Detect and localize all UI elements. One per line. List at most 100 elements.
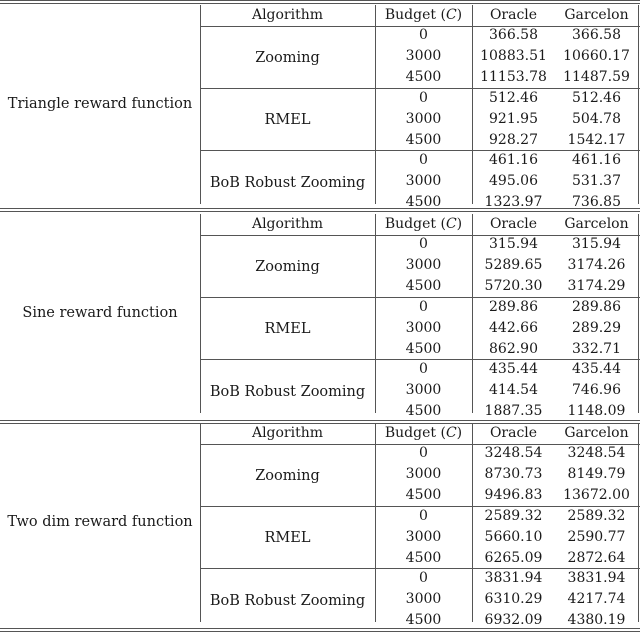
- budget-value: 4500: [405, 549, 442, 566]
- column-header-oracle: Oracle: [489, 7, 538, 23]
- garcelon-value: 3248.54: [567, 445, 626, 461]
- algorithm-name: BoB Robust Zooming: [209, 174, 366, 191]
- garcelon-value: 512.46: [572, 89, 621, 106]
- garcelon-value: 504.78: [572, 110, 621, 127]
- garcelon-value: 11487.59: [563, 69, 630, 85]
- garcelon-value: 3174.29: [567, 278, 626, 294]
- budget-value: 3000: [405, 173, 442, 189]
- garcelon-value: 289.29: [572, 319, 621, 336]
- oracle-value: 442.66: [489, 319, 538, 336]
- garcelon-value: 435.44: [572, 361, 621, 377]
- garcelon-value: 2589.32: [567, 507, 626, 524]
- garcelon-value: 10660.17: [563, 48, 630, 64]
- budget-value: 3000: [405, 382, 442, 398]
- budget-value: 4500: [405, 612, 442, 628]
- budget-value: 4500: [405, 403, 442, 419]
- budget-value: 0: [419, 570, 428, 586]
- algorithm-name: Zooming: [255, 258, 320, 275]
- oracle-value: 6310.29: [484, 591, 543, 607]
- column-header-oracle: Oracle: [489, 216, 538, 232]
- budget-value: 3000: [405, 319, 442, 336]
- oracle-value: 921.95: [489, 110, 538, 127]
- column-header-budget: Budget (C): [375, 5, 472, 26]
- garcelon-value: 4380.19: [567, 612, 626, 628]
- oracle-value: 495.06: [489, 173, 538, 189]
- oracle-value: 5720.30: [484, 278, 543, 294]
- algorithm-name: Zooming: [255, 49, 320, 66]
- column-header-oracle: Oracle: [489, 425, 538, 441]
- budget-value: 3000: [405, 591, 442, 607]
- algorithm-name: RMEL: [264, 112, 311, 128]
- budget-label-close: ): [456, 216, 463, 232]
- budget-label-close: ): [456, 425, 463, 441]
- garcelon-value: 3831.94: [567, 570, 626, 586]
- double-rule: [0, 0, 640, 1]
- garcelon-value: 8149.79: [567, 466, 626, 482]
- garcelon-value: 2872.64: [567, 549, 626, 566]
- garcelon-value: 461.16: [572, 152, 621, 168]
- oracle-value: 6932.09: [484, 612, 543, 628]
- oracle-value: 10883.51: [480, 48, 547, 64]
- algorithm-name: RMEL: [264, 321, 311, 337]
- algorithm-name: BoB Robust Zooming: [209, 383, 366, 400]
- budget-value: 4500: [405, 131, 442, 148]
- column-header-budget: Budget (C): [375, 214, 472, 235]
- oracle-value: 9496.83: [484, 487, 543, 503]
- budget-value: 0: [419, 236, 428, 252]
- double-rule: [0, 3, 640, 4]
- oracle-value: 3248.54: [484, 445, 543, 461]
- oracle-value: 8730.73: [484, 466, 543, 482]
- oracle-value: 928.27: [489, 131, 538, 148]
- column-header-algorithm: Algorithm: [251, 425, 324, 441]
- reward-function-label: Triangle reward function: [7, 96, 193, 112]
- garcelon-value: 289.86: [572, 298, 621, 315]
- table-block-0: Triangle reward function Algorithm Budget …: [0, 5, 640, 210]
- oracle-value: 1323.97: [484, 194, 543, 210]
- column-header-garcelon: Garcelon: [564, 216, 629, 232]
- reward-function-label: Two dim reward function: [7, 514, 193, 530]
- algorithm-name: BoB Robust Zooming: [209, 592, 366, 609]
- oracle-value: 289.86: [489, 298, 538, 315]
- budget-value: 4500: [405, 69, 442, 85]
- table-block-1: Sine reward function Algorithm Budget (C) O…: [0, 214, 640, 419]
- budget-variable: C: [445, 7, 457, 23]
- oracle-value: 315.94: [489, 236, 538, 252]
- budget-value: 3000: [405, 48, 442, 64]
- oracle-value: 461.16: [489, 152, 538, 168]
- column-header-garcelon: Garcelon: [564, 425, 629, 441]
- budget-label-close: ): [456, 7, 463, 23]
- budget-label: Budget (: [384, 425, 446, 441]
- budget-value: 3000: [405, 110, 442, 127]
- algorithm-name: Zooming: [255, 467, 320, 484]
- reward-function-label: Sine reward function: [22, 305, 178, 321]
- garcelon-value: 4217.74: [567, 591, 626, 607]
- column-header-budget: Budget (C): [375, 423, 472, 444]
- garcelon-value: 1542.17: [567, 131, 626, 148]
- double-rule: [0, 631, 640, 632]
- oracle-value: 366.58: [489, 27, 538, 43]
- garcelon-value: 2590.77: [567, 528, 626, 545]
- oracle-value: 11153.78: [480, 69, 547, 85]
- oracle-value: 862.90: [489, 340, 538, 357]
- budget-value: 4500: [405, 340, 442, 357]
- garcelon-value: 332.71: [572, 340, 621, 357]
- table-block-2: Two dim reward function Algorithm Budget (…: [0, 423, 640, 628]
- garcelon-value: 366.58: [572, 27, 621, 43]
- oracle-value: 5660.10: [484, 528, 543, 545]
- garcelon-value: 315.94: [572, 236, 621, 252]
- budget-value: 0: [419, 27, 428, 43]
- budget-value: 4500: [405, 194, 442, 210]
- budget-value: 3000: [405, 528, 442, 545]
- budget-value: 3000: [405, 257, 442, 273]
- budget-value: 0: [419, 507, 428, 524]
- budget-value: 4500: [405, 278, 442, 294]
- garcelon-value: 1148.09: [567, 403, 626, 419]
- budget-value: 0: [419, 89, 428, 106]
- budget-label: Budget (: [384, 216, 446, 232]
- garcelon-value: 736.85: [572, 194, 621, 210]
- oracle-value: 435.44: [489, 361, 538, 377]
- oracle-value: 2589.32: [484, 507, 543, 524]
- budget-label: Budget (: [384, 7, 446, 23]
- garcelon-value: 531.37: [572, 173, 621, 189]
- garcelon-value: 3174.26: [567, 257, 626, 273]
